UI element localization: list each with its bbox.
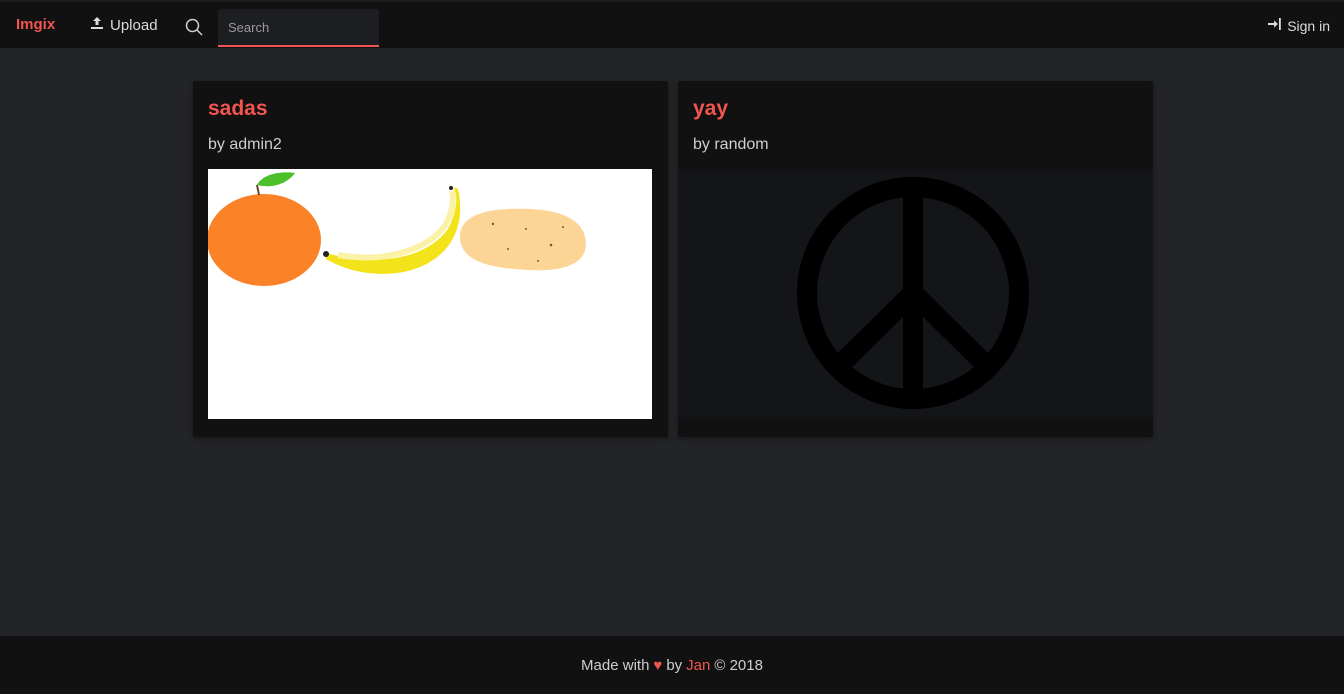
- peace-sign-icon: [797, 177, 1029, 409]
- search-input[interactable]: [218, 9, 379, 47]
- post-card[interactable]: yay by random: [678, 81, 1153, 437]
- upload-icon: [90, 16, 104, 34]
- footer-by: by: [666, 656, 683, 674]
- footer-made-with: Made with: [581, 656, 650, 674]
- post-title[interactable]: yay: [693, 97, 728, 121]
- post-title[interactable]: sadas: [208, 97, 268, 121]
- signin-button[interactable]: Sign in: [1267, 17, 1330, 34]
- post-image[interactable]: [678, 169, 1153, 419]
- post-card[interactable]: sadas by admin2: [193, 81, 668, 437]
- post-author: by random: [693, 136, 769, 153]
- upload-label: Upload: [110, 16, 158, 34]
- signin-icon: [1267, 17, 1281, 34]
- brand-logo[interactable]: Imgix: [16, 16, 55, 33]
- post-author: by admin2: [208, 136, 282, 153]
- heart-icon: ♥: [653, 656, 663, 674]
- footer-author-link[interactable]: Jan: [686, 657, 710, 674]
- search-icon[interactable]: [185, 18, 203, 36]
- fruit-drawing-icon: [208, 172, 586, 286]
- signin-label: Sign in: [1287, 17, 1330, 34]
- post-image[interactable]: [208, 169, 652, 419]
- upload-button[interactable]: Upload: [90, 16, 158, 34]
- footer-copyright: © 2018: [714, 656, 763, 674]
- navbar: Imgix Upload Sign in: [0, 0, 1344, 48]
- footer: Made with ♥ by Jan © 2018: [0, 636, 1344, 694]
